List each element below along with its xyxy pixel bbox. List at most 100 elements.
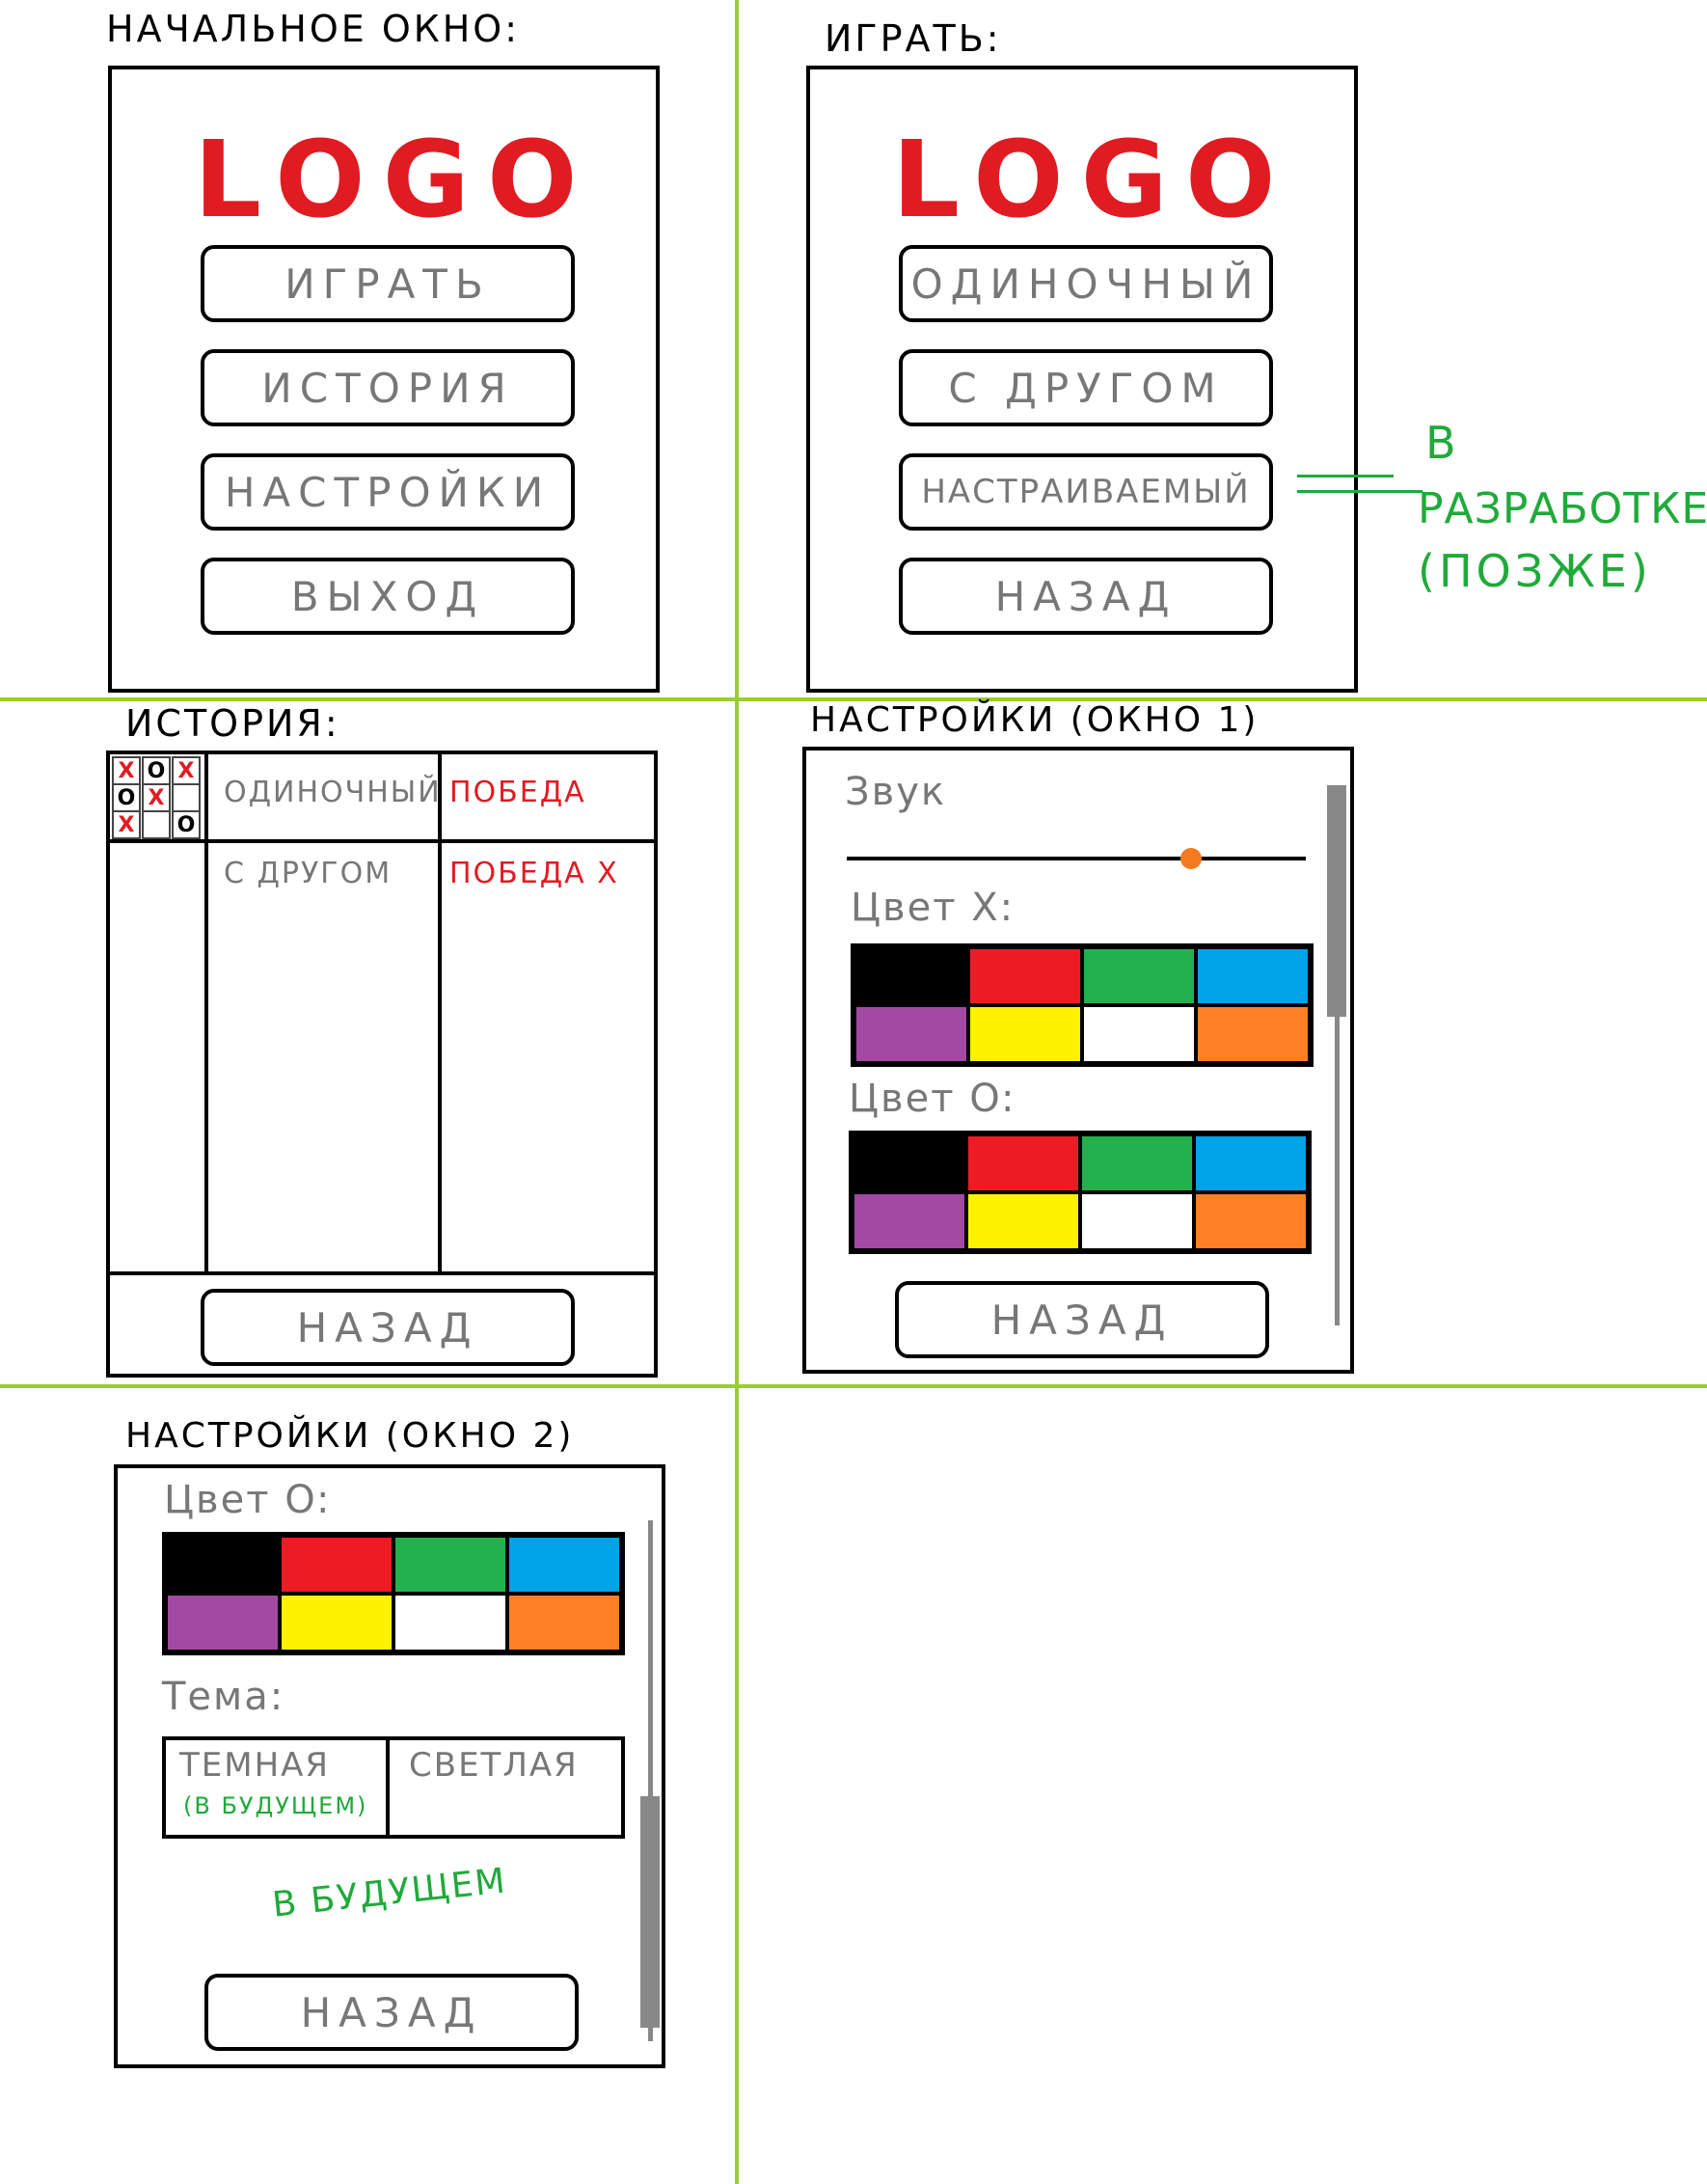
swatch-blue[interactable]	[1194, 1134, 1308, 1192]
swatch-red[interactable]	[966, 1134, 1080, 1192]
mini-board: X O X O X X O	[112, 756, 203, 839]
s2-color-o-label: Цвет O:	[164, 1478, 332, 1522]
play-logo: LOGO	[892, 118, 1293, 241]
history-footer-sep	[110, 1271, 654, 1275]
s2-color-o-palette	[162, 1532, 625, 1655]
settings-button[interactable]: НАСТРОЙКИ	[201, 453, 575, 531]
settings2-back-label: НАЗАД	[300, 1988, 483, 2036]
with-friend-label: С ДРУГОМ	[948, 364, 1224, 412]
settings1-window-frame: Звук Цвет X: Цвет O: НАЗАД	[802, 747, 1354, 1374]
history-col-sep-2	[438, 754, 442, 1273]
swatch-green[interactable]	[1082, 947, 1196, 1005]
history-row-1-result: ПОБЕДА	[449, 776, 586, 809]
play-window-frame: LOGO ОДИНОЧНЫЙ С ДРУГОМ НАСТРАИВАЕМЫЙ НА…	[806, 66, 1358, 693]
swatch-yellow[interactable]	[966, 1192, 1080, 1250]
mini-cell: X	[142, 783, 171, 812]
play-back-button[interactable]: НАЗАД	[899, 558, 1273, 635]
swatch-red[interactable]	[968, 947, 1082, 1005]
theme-label: Тема:	[162, 1675, 285, 1719]
divider-horizontal-2	[0, 1384, 1707, 1388]
swatch-yellow[interactable]	[968, 1005, 1082, 1063]
theme-dark-note: (В БУДУЩЕМ)	[183, 1792, 368, 1819]
settings-button-label: НАСТРОЙКИ	[224, 468, 552, 516]
note-line-2	[1297, 490, 1422, 493]
swatch-black[interactable]	[166, 1536, 280, 1594]
swatch-black[interactable]	[853, 1134, 966, 1192]
theme-selector: ТЕМНАЯ (В БУДУЩЕМ) СВЕТЛАЯ	[162, 1736, 625, 1839]
settings1-scrollbar-thumb[interactable]	[1327, 785, 1346, 1017]
theme-light-option[interactable]: СВЕТЛАЯ	[390, 1740, 621, 1835]
start-window-frame: LOGO ИГРАТЬ ИСТОРИЯ НАСТРОЙКИ ВЫХОД	[108, 66, 660, 693]
sound-slider-handle[interactable]	[1180, 848, 1202, 869]
custom-game-label: НАСТРАИВАЕМЫЙ	[921, 473, 1251, 511]
settings1-window-title: НАСТРОЙКИ (ОКНО 1)	[810, 700, 1260, 740]
single-player-button[interactable]: ОДИНОЧНЫЙ	[899, 245, 1273, 322]
settings2-back-button[interactable]: НАЗАД	[204, 1974, 579, 2051]
dev-note-line-2: РАЗРАБОТКЕ	[1418, 484, 1707, 533]
mini-cell: O	[142, 756, 171, 785]
swatch-white[interactable]	[1080, 1192, 1194, 1250]
future-note: В БУДУЩЕМ	[270, 1861, 509, 1925]
swatch-green[interactable]	[1080, 1134, 1194, 1192]
color-o-label: Цвет O:	[849, 1077, 1016, 1121]
swatch-orange[interactable]	[1194, 1192, 1308, 1250]
dev-note-line-3: (ПОЗЖЕ)	[1418, 545, 1652, 597]
swatch-white[interactable]	[393, 1594, 507, 1652]
swatch-blue[interactable]	[1196, 947, 1310, 1005]
theme-light-label: СВЕТЛАЯ	[409, 1746, 579, 1785]
mini-cell: X	[172, 756, 201, 785]
settings1-back-button[interactable]: НАЗАД	[895, 1281, 1269, 1358]
mini-cell: O	[172, 810, 201, 839]
history-button[interactable]: ИСТОРИЯ	[201, 349, 575, 426]
sound-label: Звук	[845, 770, 947, 814]
history-back-label: НАЗАД	[296, 1303, 479, 1351]
history-row-2-result: ПОБЕДА X	[449, 857, 619, 890]
settings2-window-frame: Цвет O: Тема: ТЕМНАЯ (В БУДУЩЕМ) СВЕТЛАЯ…	[114, 1464, 665, 2068]
single-player-label: ОДИНОЧНЫЙ	[910, 259, 1261, 308]
color-o-palette	[849, 1131, 1312, 1254]
play-button[interactable]: ИГРАТЬ	[201, 245, 575, 322]
play-back-label: НАЗАД	[994, 572, 1178, 620]
swatch-purple[interactable]	[854, 1005, 968, 1063]
swatch-red[interactable]	[280, 1536, 393, 1594]
mini-cell: O	[112, 783, 141, 812]
swatch-orange[interactable]	[1196, 1005, 1310, 1063]
divider-vertical	[735, 0, 739, 2184]
mini-cell	[172, 783, 201, 812]
start-window-title: НАЧАЛЬНОЕ ОКНО:	[106, 8, 521, 50]
theme-dark-option[interactable]: ТЕМНАЯ (В БУДУЩЕМ)	[166, 1740, 390, 1835]
play-window-title: ИГРАТЬ:	[825, 17, 1002, 60]
history-row-1-mode: ОДИНОЧНЫЙ	[224, 776, 442, 809]
dev-note-line-1: В	[1425, 417, 1456, 469]
mini-cell: X	[112, 810, 141, 839]
color-x-palette	[851, 943, 1314, 1067]
settings1-back-label: НАЗАД	[990, 1296, 1174, 1344]
exit-button-label: ВЫХОД	[290, 572, 485, 620]
play-button-label: ИГРАТЬ	[284, 259, 491, 308]
history-window-frame: X O X O X X O ОДИНОЧНЫЙ ПОБЕДА С ДРУГОМ …	[106, 751, 658, 1378]
swatch-white[interactable]	[1082, 1005, 1196, 1063]
swatch-green[interactable]	[393, 1536, 507, 1594]
history-col-sep-1	[204, 754, 208, 1273]
note-line-1	[1297, 475, 1394, 478]
history-back-button[interactable]: НАЗАД	[201, 1289, 575, 1366]
sound-slider-track[interactable]	[847, 857, 1306, 860]
mini-cell	[142, 810, 171, 839]
exit-button[interactable]: ВЫХОД	[201, 558, 575, 635]
swatch-yellow[interactable]	[280, 1594, 393, 1652]
color-x-label: Цвет X:	[851, 886, 1016, 930]
swatch-orange[interactable]	[507, 1594, 621, 1652]
history-window-title: ИСТОРИЯ:	[125, 702, 340, 745]
history-row-2-mode: С ДРУГОМ	[224, 857, 393, 890]
swatch-purple[interactable]	[166, 1594, 280, 1652]
theme-dark-label: ТЕМНАЯ	[179, 1746, 331, 1785]
history-button-label: ИСТОРИЯ	[261, 364, 514, 412]
settings2-scrollbar-thumb[interactable]	[640, 1796, 660, 2028]
history-row-sep	[110, 839, 654, 843]
swatch-purple[interactable]	[853, 1192, 966, 1250]
with-friend-button[interactable]: С ДРУГОМ	[899, 349, 1273, 426]
swatch-blue[interactable]	[507, 1536, 621, 1594]
custom-game-button[interactable]: НАСТРАИВАЕМЫЙ	[899, 453, 1273, 531]
swatch-black[interactable]	[854, 947, 968, 1005]
mini-cell: X	[112, 756, 141, 785]
